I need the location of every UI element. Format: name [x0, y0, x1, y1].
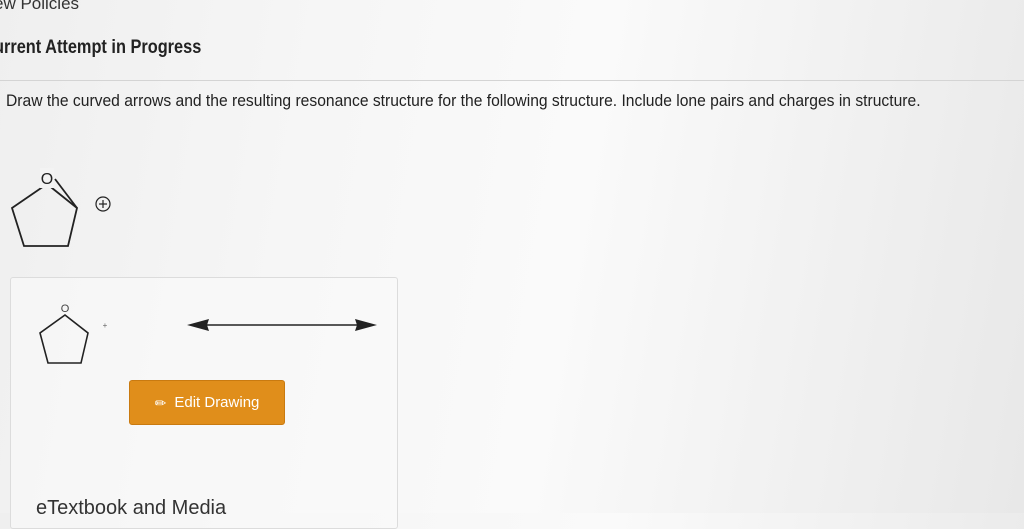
etextbook-link[interactable]: eTextbook and Media [36, 497, 226, 520]
resonance-arrow [187, 319, 377, 331]
edit-drawing-button[interactable]: ✏ Edit Drawing [129, 380, 285, 425]
pencil-icon: ✏ [154, 394, 167, 411]
ring-bonds-small [39, 313, 89, 364]
attempt-title: urrent Attempt in Progress [0, 37, 202, 58]
oxygen-label: O [41, 171, 53, 188]
question-text: Draw the curved arrows and the resulting… [6, 91, 921, 110]
ring-bonds [10, 182, 79, 247]
given-structure: O [10, 168, 111, 247]
view-policies-link[interactable]: ew Policies [0, 0, 79, 14]
drawing-charge-label: + [103, 321, 108, 330]
drawing-structure: O + [39, 300, 108, 364]
header-divider [0, 80, 1024, 81]
arrow-head-right [355, 319, 377, 331]
drawing-oxygen-label: O [61, 303, 70, 315]
edit-drawing-label: Edit Drawing [174, 394, 260, 411]
arrow-head-left [187, 319, 209, 331]
